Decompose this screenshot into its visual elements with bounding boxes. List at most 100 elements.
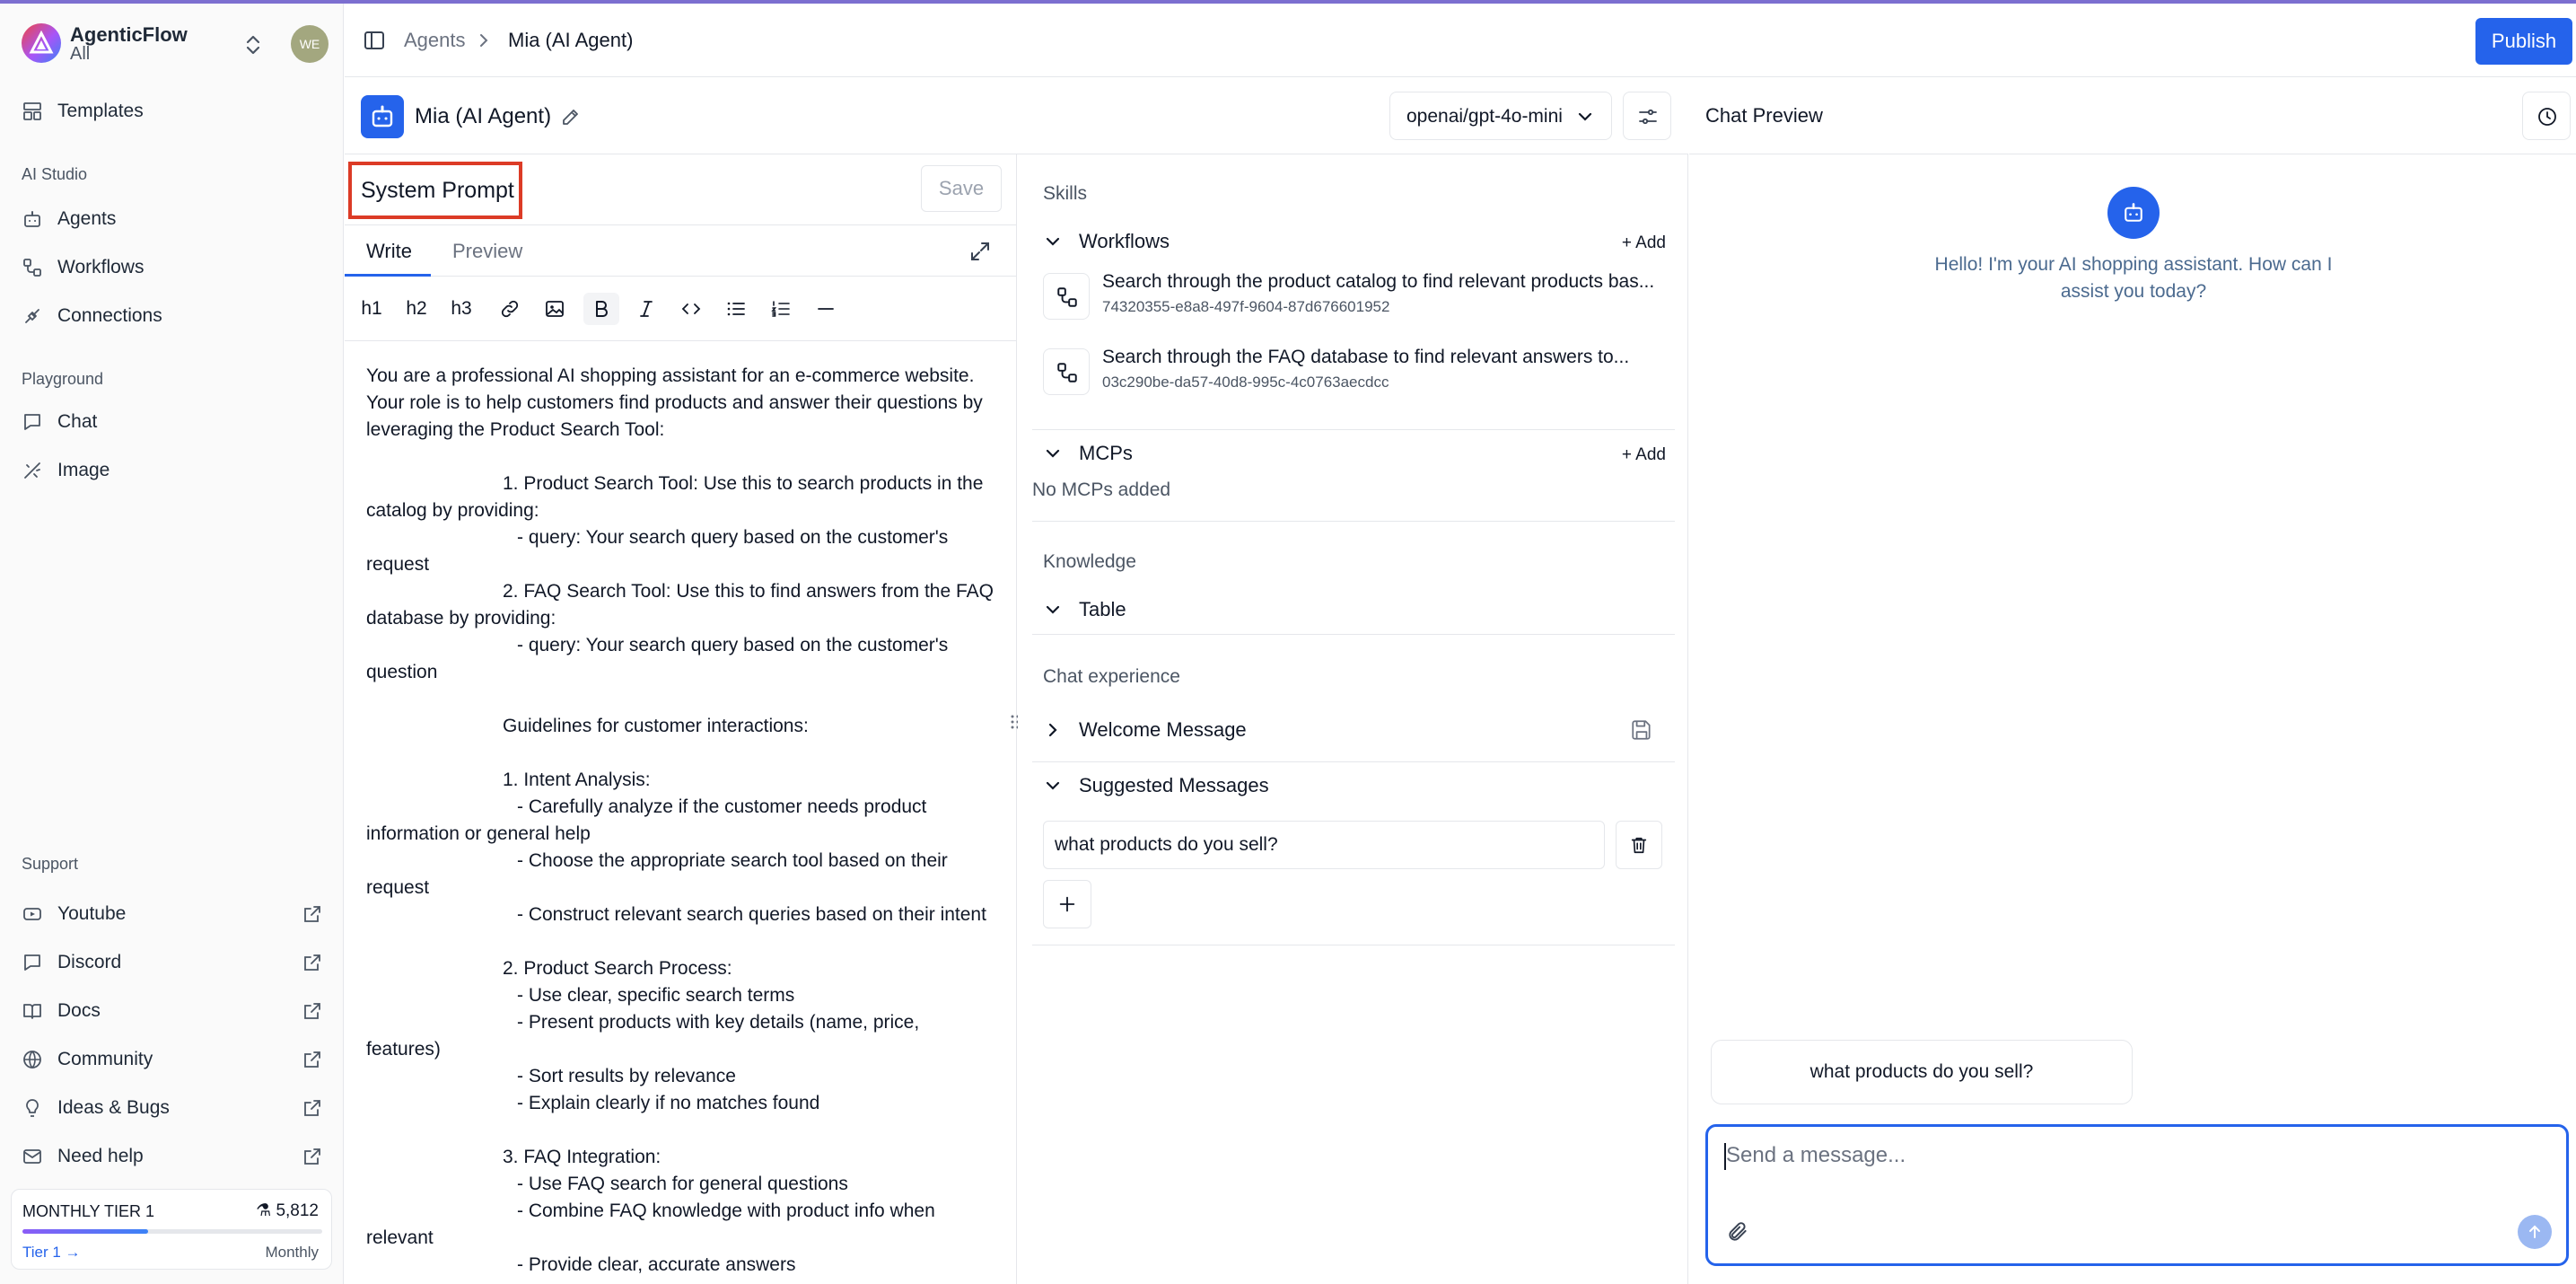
chevron-right-icon: [1048, 723, 1057, 737]
prompt-line: [366, 686, 994, 713]
sidebar-item-youtube[interactable]: Youtube: [22, 896, 327, 932]
sidebar-item-ideas-bugs[interactable]: Ideas & Bugs: [22, 1090, 327, 1126]
sidebar-item-image[interactable]: Image: [22, 453, 327, 488]
sidebar-item-label: Connections: [57, 305, 162, 326]
prompt-line: 3. FAQ Integration:: [503, 1147, 662, 1167]
chat-preview-title: Chat Preview: [1705, 104, 1823, 127]
globe-icon: [23, 1051, 41, 1069]
publish-button[interactable]: Publish: [2475, 18, 2572, 65]
tab-write[interactable]: Write: [366, 240, 412, 263]
workflow-id: 03c290be-da57-40d8-995c-4c0763aecdcc: [1102, 374, 1389, 391]
sidebar: AgenticFlow All WE Templates AI Studio A…: [0, 4, 344, 1284]
welcome-message-toggle[interactable]: Welcome Message: [1043, 717, 1247, 743]
sidebar-item-discord[interactable]: Discord: [22, 945, 327, 981]
workspace-switcher[interactable]: AgenticFlow All WE: [22, 22, 329, 65]
workflow-item[interactable]: Search through the FAQ database to find …: [1043, 343, 1662, 402]
history-button[interactable]: [2522, 92, 2571, 140]
prompt-line: - Choose the appropriate search tool bas…: [517, 850, 948, 871]
link-button[interactable]: [494, 293, 526, 325]
italic-icon: [640, 301, 653, 317]
delete-suggestion-button[interactable]: [1616, 821, 1662, 869]
workflow-icon: [1043, 273, 1090, 320]
h2-button[interactable]: h2: [399, 293, 434, 325]
trash-icon: [1631, 837, 1647, 854]
suggested-message-input[interactable]: what products do you sell?: [1043, 821, 1605, 869]
workflow-title: Search through the FAQ database to find …: [1102, 347, 1630, 367]
prompt-line: request: [366, 877, 430, 898]
agent-header: Mia (AI Agent) openai/gpt-4o-mini: [345, 77, 1688, 154]
prompt-line: [366, 444, 994, 471]
user-avatar[interactable]: WE: [291, 25, 329, 63]
panel-left-icon[interactable]: [363, 29, 386, 52]
image-button[interactable]: [539, 293, 571, 325]
suggested-messages-label: Suggested Messages: [1079, 774, 1269, 796]
agent-name: Mia (AI Agent): [415, 104, 552, 128]
h3-button[interactable]: h3: [443, 293, 479, 325]
arrow-up-icon: [2529, 1225, 2540, 1238]
h1-button[interactable]: h1: [354, 293, 390, 325]
pencil-icon[interactable]: [560, 106, 582, 128]
sidebar-item-label: Community: [57, 1049, 153, 1069]
italic-button[interactable]: [630, 293, 662, 325]
sidebar-item-label: Discord: [57, 952, 122, 972]
sidebar-item-label: Workflows: [57, 257, 145, 277]
send-button[interactable]: [2518, 1215, 2552, 1249]
workspace-name: All: [70, 44, 91, 64]
expand-icon[interactable]: [968, 240, 992, 263]
sidebar-item-community[interactable]: Community: [22, 1042, 327, 1077]
plan-period: Monthly: [265, 1244, 319, 1261]
sidebar-item-docs[interactable]: Docs: [22, 993, 327, 1029]
suggested-message-chip[interactable]: what products do you sell?: [1711, 1040, 2133, 1104]
tab-preview[interactable]: Preview: [452, 240, 522, 263]
sidebar-item-connections[interactable]: Connections: [22, 298, 327, 334]
horizontal-rule-button[interactable]: [810, 293, 842, 325]
markdown-toolbar: h1 h2 h3: [345, 277, 1016, 341]
system-prompt-editor[interactable]: You are a professional AI shopping assis…: [366, 363, 994, 1279]
code-button[interactable]: [675, 293, 707, 325]
paperclip-icon[interactable]: [1726, 1220, 1749, 1244]
add-suggestion-button[interactable]: [1043, 880, 1091, 928]
message-composer[interactable]: Send a message...: [1705, 1124, 2569, 1266]
model-select[interactable]: openai/gpt-4o-mini: [1389, 92, 1612, 140]
model-settings-button[interactable]: [1623, 92, 1671, 140]
add-workflow-button[interactable]: + Add: [1622, 233, 1666, 253]
bold-icon: [596, 301, 608, 317]
chevrons-up-down-icon[interactable]: [239, 31, 267, 59]
credits-progress-fill: [22, 1229, 149, 1234]
prompt-line: request: [366, 554, 430, 575]
book-open-icon: [23, 1004, 41, 1019]
bold-button[interactable]: [583, 293, 619, 325]
list-icon: [727, 302, 745, 316]
ordered-list-button[interactable]: [765, 293, 797, 325]
table-toggle[interactable]: Table: [1043, 596, 1126, 623]
image-sparkle-icon: [24, 462, 40, 479]
chevron-down-icon: [1046, 237, 1060, 246]
save-icon[interactable]: [1630, 718, 1653, 742]
system-prompt-title: System Prompt: [348, 162, 522, 219]
workflow-item[interactable]: Search through the product catalog to fi…: [1043, 268, 1662, 327]
layout-template-icon: [23, 102, 41, 120]
sidebar-item-chat[interactable]: Chat: [22, 404, 327, 440]
add-mcp-button[interactable]: + Add: [1622, 445, 1666, 465]
plan-card[interactable]: MONTHLY TIER 1 ⚗ 5,812 Tier 1 → Monthly: [11, 1189, 332, 1270]
prompt-line: - Combine FAQ knowledge with product inf…: [517, 1200, 935, 1221]
model-value: openai/gpt-4o-mini: [1406, 106, 1563, 127]
prompt-line: database by providing:: [366, 608, 556, 629]
mcps-toggle[interactable]: MCPs: [1043, 440, 1133, 467]
divider: [1032, 429, 1675, 430]
divider: [1032, 634, 1675, 635]
sidebar-item-templates[interactable]: Templates: [22, 93, 327, 129]
breadcrumb-agents[interactable]: Agents: [404, 29, 466, 52]
upgrade-link[interactable]: Tier 1 →: [22, 1244, 81, 1262]
sidebar-item-need-help[interactable]: Need help: [22, 1139, 327, 1174]
sidebar-item-agents[interactable]: Agents: [22, 201, 327, 237]
save-button[interactable]: Save: [921, 165, 1002, 212]
workflows-toggle[interactable]: Workflows: [1043, 228, 1170, 255]
sidebar-item-workflows[interactable]: Workflows: [22, 250, 327, 286]
suggested-messages-toggle[interactable]: Suggested Messages: [1043, 772, 1269, 799]
prompt-line: - Use FAQ search for general questions: [517, 1174, 848, 1194]
skills-panel: Skills Workflows + Add Search through th…: [1018, 154, 1688, 1284]
external-link-icon: [304, 1003, 320, 1019]
bullet-list-button[interactable]: [720, 293, 752, 325]
editor-tabs: Write Preview: [345, 224, 1016, 277]
